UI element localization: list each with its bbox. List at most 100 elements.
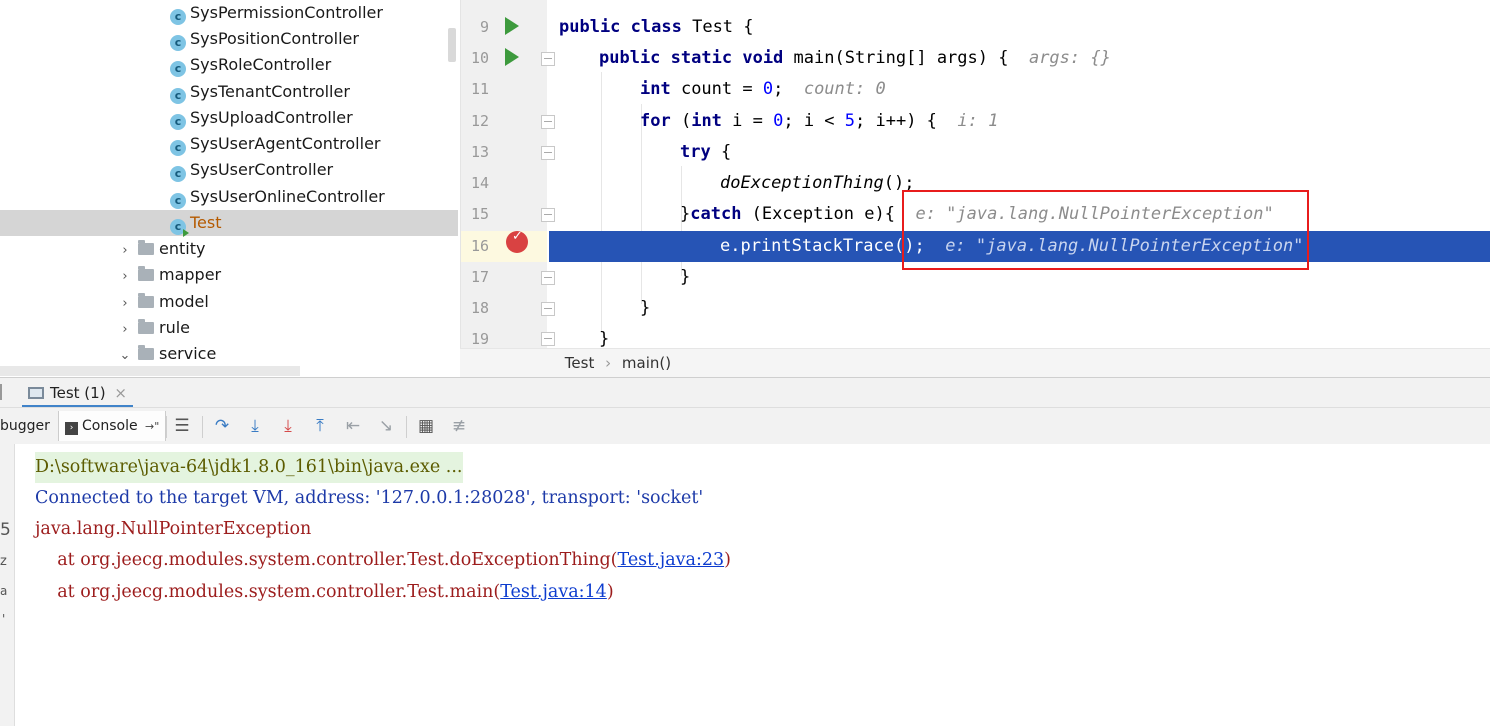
show-execution-point-icon[interactable]: ☰ [172,416,192,436]
code-line-12[interactable]: for (int i = 0; i < 5; i++) { i: 1 [549,106,1490,137]
code-text: e.printStackTrace(); [720,236,925,256]
console-icon: › [65,422,78,435]
tree-item-package[interactable]: › mapper [118,262,221,288]
tree-item-class[interactable]: c SysUploadController [170,105,353,131]
tree-item-label: SysUploadController [190,108,353,127]
tree-item-class[interactable]: c SysPositionController [170,26,359,52]
trace-stream-icon[interactable]: ≢ [449,416,469,436]
tree-item-package[interactable]: › rule [118,315,190,341]
run-to-cursor-icon[interactable]: ↘ [376,416,396,436]
breadcrumb: Test › main() [460,348,1490,377]
toolbar-separator [406,416,407,438]
step-over-icon[interactable]: ↷ [212,416,232,436]
inline-debug-value: count: 0 [803,79,886,99]
tree-item-label: model [159,292,209,311]
tree-item-label: Test [190,213,222,232]
tool-window-edge [0,384,6,400]
code-text: ; i < [783,111,845,131]
close-icon[interactable]: × [114,384,127,402]
tree-item-class[interactable]: c SysPermissionController [170,0,383,26]
chevron-right-icon[interactable]: › [118,291,132,317]
code-line-9[interactable]: public class Test { [549,12,1490,43]
stacktrace-link[interactable]: Test.java:23 [618,550,725,570]
tab-debug-session[interactable]: Test (1) × [22,378,133,408]
run-gutter-icon[interactable] [505,48,519,66]
tree-item-label: service [159,344,217,363]
tab-label: bugger [0,418,50,434]
class-icon: c [170,166,186,182]
tree-item-class[interactable]: c SysUserOnlineController [170,184,385,210]
step-into-icon[interactable]: ⤓ [245,416,265,436]
gutter-marker: ' [2,612,6,626]
tree-item-label: rule [159,318,191,337]
class-icon: c [170,61,186,77]
class-icon: c [170,9,186,25]
restore-layout-icon[interactable]: →" [145,420,159,433]
chevron-right-icon[interactable]: › [118,317,132,343]
code-text: i = [721,111,774,131]
keyword: catch [690,204,742,224]
code-text: } [599,329,610,348]
keyword: public [559,17,621,37]
tab-debugger[interactable]: bugger [0,413,54,439]
line-number: 9 [479,18,489,36]
tree-item-package[interactable]: › model [118,289,209,317]
method-call: doExceptionThing [720,173,884,193]
tree-item-class[interactable]: c SysRoleController [170,52,331,78]
run-gutter-icon[interactable] [505,17,519,35]
line-number: 13 [470,143,489,161]
code-line-13[interactable]: try { [549,137,1490,168]
folder-icon [138,266,154,281]
class-icon: c [170,193,186,209]
evaluate-expression-icon[interactable]: ▦ [416,416,436,436]
code-line-18[interactable]: } [549,293,1490,324]
folder-icon [138,293,154,308]
breakpoint-check-icon: ✓ [512,229,523,244]
tree-item-label: SysPositionController [190,29,359,48]
tree-item-label: SysUserAgentController [190,134,381,153]
code-line-10[interactable]: public static void main(String[] args) {… [549,43,1490,74]
toolbar-separator [202,416,203,438]
code-editor[interactable]: 9 10 11 12 13 14 15 16 17 18 19 ✓ public… [460,0,1490,348]
tree-item-package[interactable]: › entity [118,236,205,262]
line-number: 17 [470,268,489,286]
console-line-exception: java.lang.NullPointerException [35,519,312,539]
breadcrumb-item-class[interactable]: Test [565,354,595,372]
tab-console[interactable]: › Console →" [58,411,167,441]
tree-item-class[interactable]: c SysTenantController [170,79,350,105]
console-line-command[interactable]: D:\software\java-64\jdk1.8.0_161\bin\jav… [35,452,463,483]
toolbar-separator [166,416,167,438]
chevron-right-icon[interactable]: › [118,238,132,264]
stacktrace-text: ) [724,550,731,570]
code-line-19[interactable]: } [549,324,1490,348]
tree-scrollbar[interactable] [448,28,456,62]
line-number: 12 [470,112,489,130]
drop-frame-icon[interactable]: ⇤ [343,416,363,436]
tab-label: Test (1) [50,384,106,402]
step-out-icon[interactable]: ⤒ [310,416,330,436]
console-output[interactable]: D:\software\java-64\jdk1.8.0_161\bin\jav… [14,444,1490,726]
breadcrumb-item-method[interactable]: main() [622,354,671,372]
tree-item-label: SysRoleController [190,55,332,74]
gutter-marker: z [0,554,7,569]
tree-item-class[interactable]: c SysUserAgentController [170,131,381,157]
tree-horizontal-scrollbar[interactable] [0,366,300,376]
force-step-into-icon[interactable]: ⤓ [278,416,298,436]
tree-item-label: SysTenantController [190,82,350,101]
line-number: 18 [470,299,489,317]
keyword: void [742,48,784,68]
code-line-11[interactable]: int count = 0; count: 0 [549,74,1490,105]
keyword: try [680,142,711,162]
debug-toolbar: bugger › Console →" ☰ ↷ ⤓ ⤓ ⤒ ⇤ ↘ ▦ ≢ [0,407,1490,445]
code-text: ( [670,111,692,131]
tree-item-selected-class[interactable]: c Test [0,210,458,237]
code-text: (Exception e){ [741,204,895,224]
code-text: ; i++) { [855,111,937,131]
console-line-stacktrace: at org.jeecg.modules.system.controller.T… [35,577,613,608]
chevron-right-icon[interactable]: › [118,264,132,290]
breakpoint-icon[interactable]: ✓ [506,229,528,253]
tree-item-package[interactable]: ⌄ service [118,341,217,367]
stacktrace-link[interactable]: Test.java:14 [500,582,607,602]
tree-item-class[interactable]: c SysUserController [170,157,333,183]
code-text: count = [670,79,763,99]
